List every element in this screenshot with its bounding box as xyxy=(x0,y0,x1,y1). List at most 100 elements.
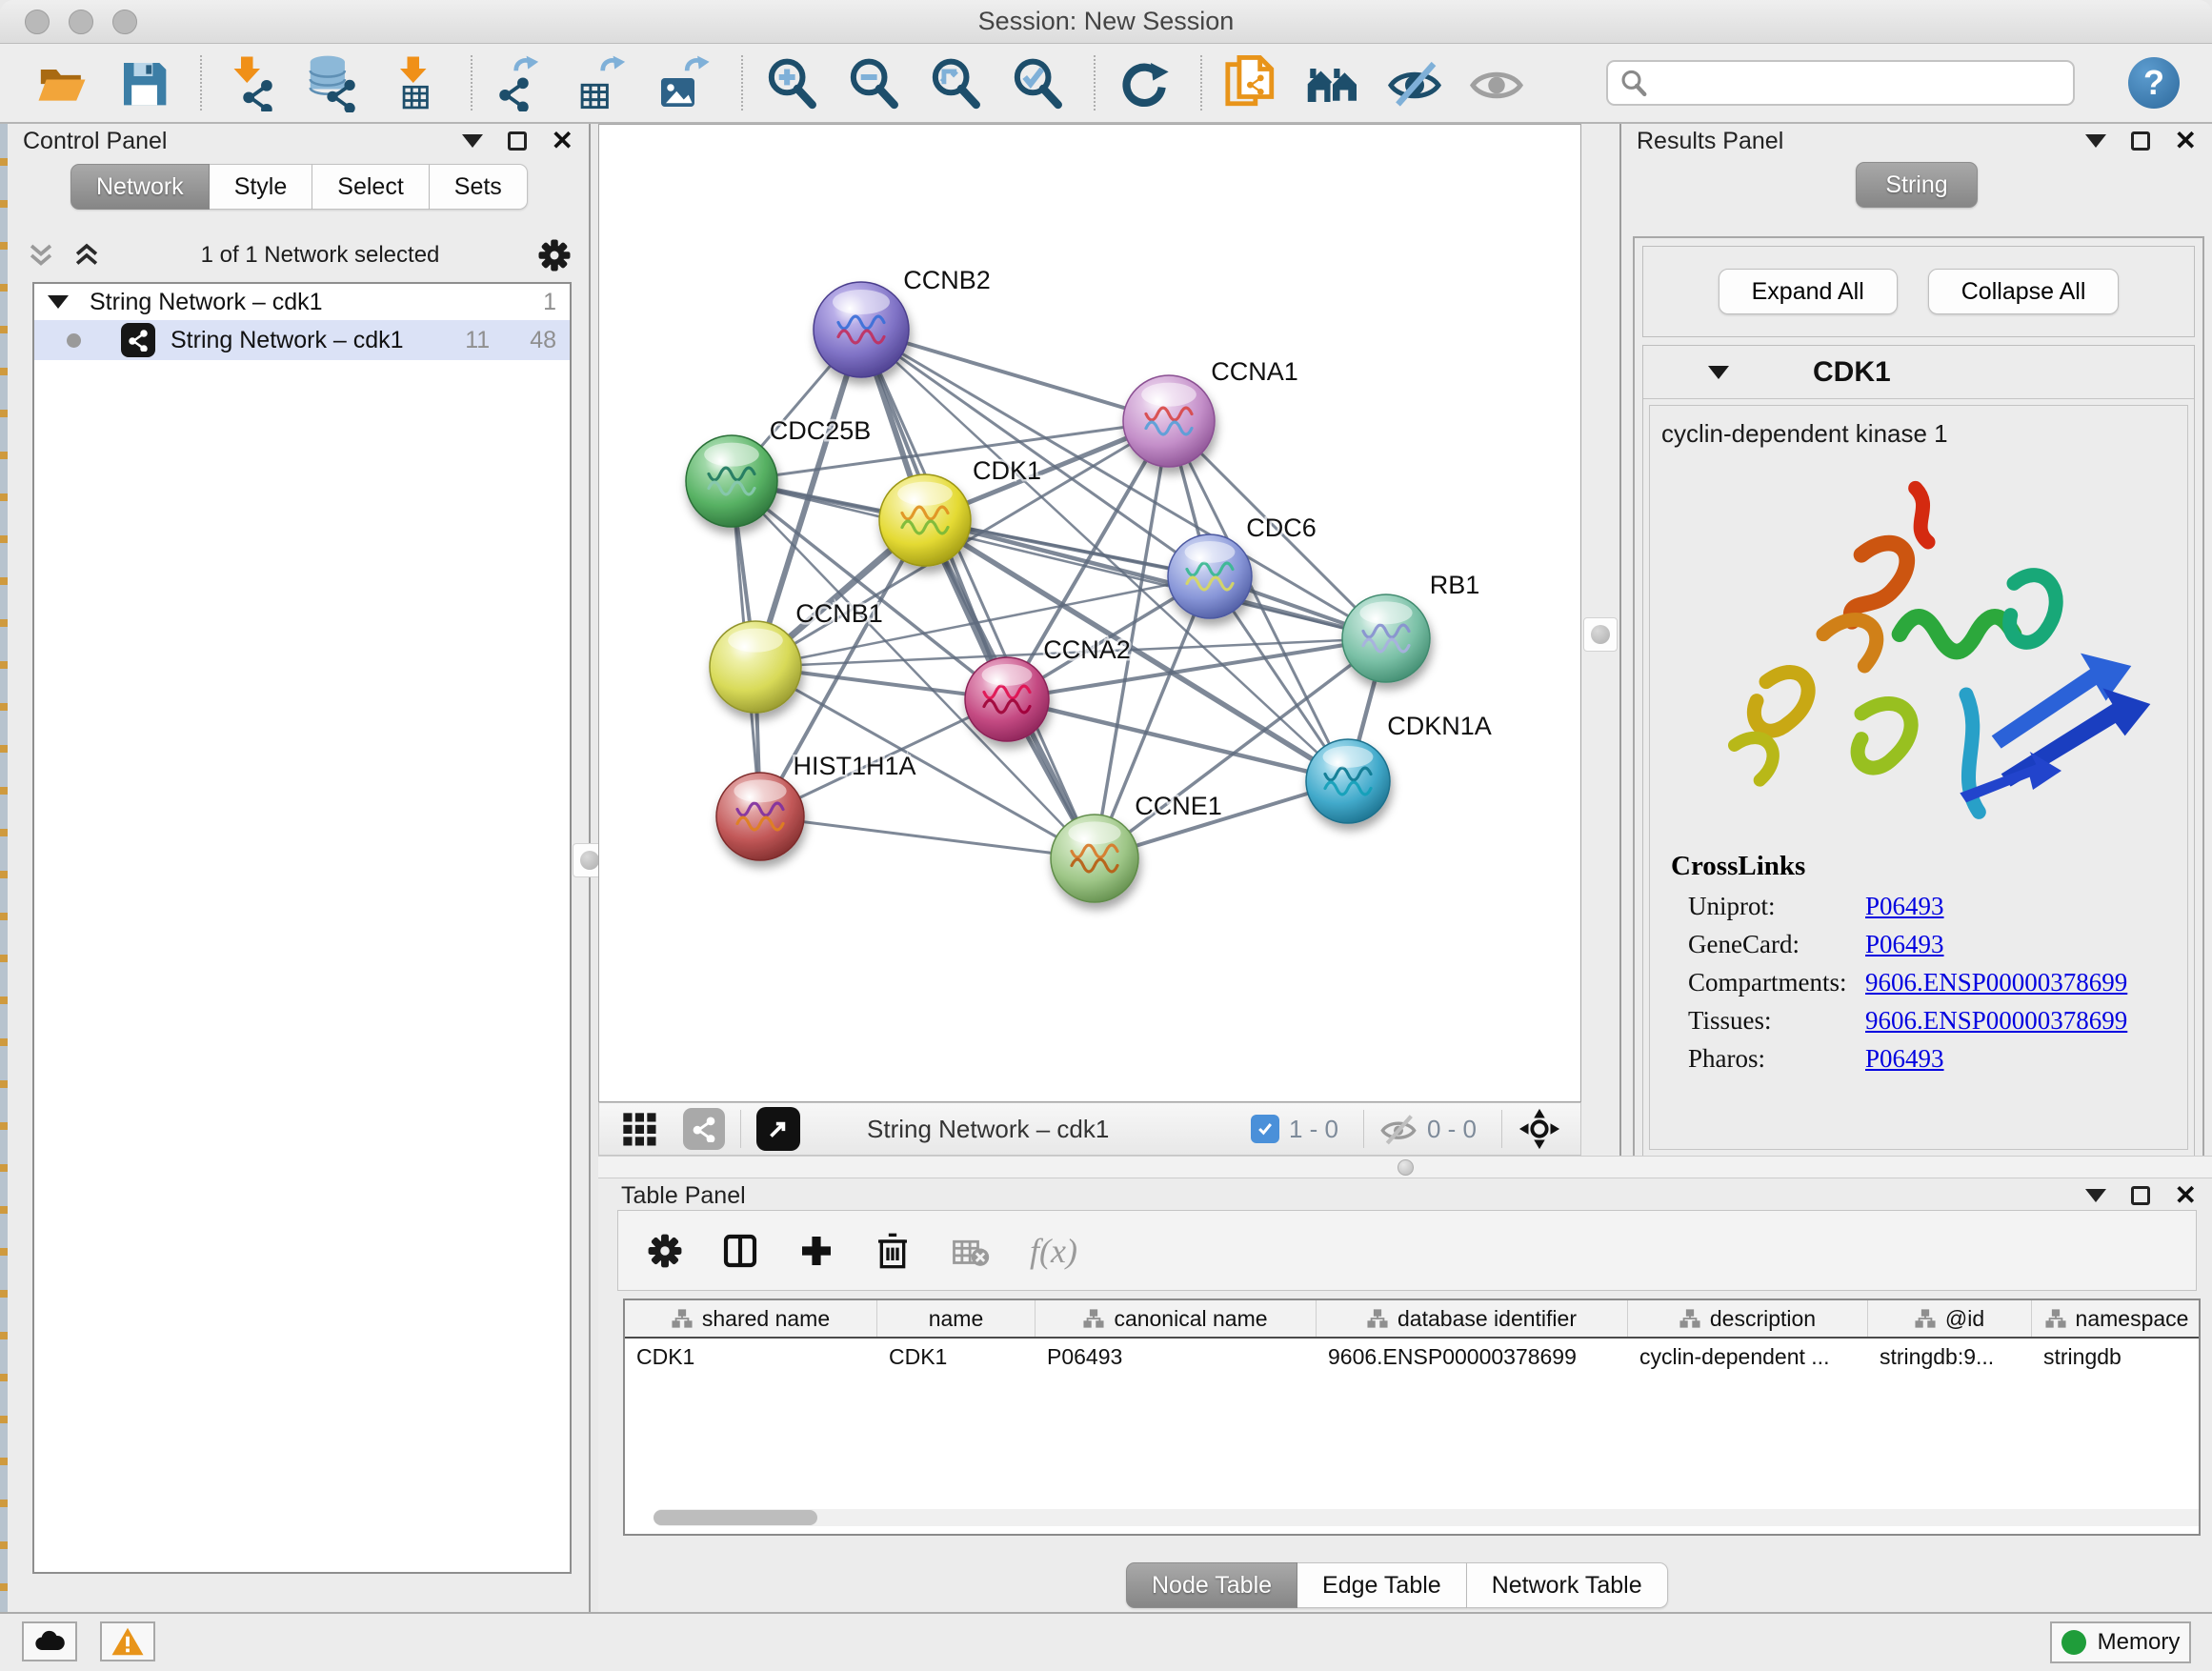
network-node[interactable] xyxy=(686,435,777,527)
hide-selection-button[interactable] xyxy=(1385,53,1444,112)
table-cell[interactable]: stringdb:9... xyxy=(1868,1339,2032,1377)
network-node[interactable] xyxy=(879,474,971,566)
network-node[interactable] xyxy=(1306,739,1390,823)
delete-column-icon[interactable] xyxy=(874,1232,912,1270)
table-cell[interactable]: CDK1 xyxy=(877,1339,1036,1377)
tab-edge-table[interactable]: Edge Table xyxy=(1297,1562,1467,1608)
table-row[interactable]: CDK1CDK1P064939606.ENSP00000378699cyclin… xyxy=(625,1339,2199,1377)
crosslink-label: Tissues: xyxy=(1688,1006,1865,1036)
warnings-button[interactable] xyxy=(100,1621,155,1661)
help-button[interactable]: ? xyxy=(2128,57,2180,109)
network-options-gear-icon[interactable] xyxy=(537,238,572,272)
network-node[interactable] xyxy=(1342,594,1430,682)
network-collection-row[interactable]: String Network – cdk1 1 xyxy=(34,284,570,320)
column-header[interactable]: database identifier xyxy=(1317,1300,1628,1337)
horizontal-splitter-handle[interactable] xyxy=(1398,1159,1414,1176)
panel-close-icon[interactable]: ✕ xyxy=(552,128,573,154)
panel-float-icon[interactable] xyxy=(2131,131,2150,151)
column-header[interactable]: @id xyxy=(1868,1300,2032,1337)
tab-style[interactable]: Style xyxy=(210,164,313,210)
panel-float-icon[interactable] xyxy=(2131,1186,2150,1205)
tab-node-table[interactable]: Node Table xyxy=(1126,1562,1297,1608)
network-graph[interactable]: CCNB2 CCNA1 CDC25B CDK1 CDC6 RB1 CCNB1 C… xyxy=(599,125,1580,1101)
tab-select[interactable]: Select xyxy=(312,164,429,210)
column-header[interactable]: name xyxy=(877,1300,1036,1337)
network-node[interactable] xyxy=(716,773,804,860)
crosslink-link[interactable]: P06493 xyxy=(1865,892,1944,921)
panel-menu-icon[interactable] xyxy=(2085,1189,2106,1202)
export-table-button[interactable] xyxy=(573,53,633,112)
tab-string[interactable]: String xyxy=(1856,162,1977,208)
panel-menu-icon[interactable] xyxy=(462,134,483,148)
export-network-button[interactable] xyxy=(492,53,551,112)
string-view-button[interactable] xyxy=(683,1108,725,1150)
open-session-button[interactable] xyxy=(32,53,91,112)
zoom-selected-button[interactable] xyxy=(1008,53,1067,112)
show-selection-button[interactable] xyxy=(1467,53,1526,112)
memory-button[interactable]: Memory xyxy=(2050,1621,2191,1663)
table-cell[interactable]: 9606.ENSP00000378699 xyxy=(1317,1339,1628,1377)
grid-view-button[interactable] xyxy=(620,1110,658,1148)
right-panel-splitter-handle[interactable] xyxy=(1583,617,1618,652)
panel-menu-icon[interactable] xyxy=(2085,134,2106,148)
entry-collapse-icon[interactable] xyxy=(1708,366,1729,379)
column-header[interactable]: description xyxy=(1628,1300,1868,1337)
import-network-button[interactable] xyxy=(221,53,280,112)
table-horizontal-scrollbar[interactable] xyxy=(654,1509,2201,1526)
network-node[interactable] xyxy=(1051,815,1138,902)
network-node[interactable] xyxy=(965,657,1049,741)
clone-network-button[interactable] xyxy=(1221,53,1280,112)
import-network-from-database-button[interactable] xyxy=(303,53,362,112)
node-table[interactable]: shared namenamecanonical namedatabase id… xyxy=(623,1299,2201,1536)
selected-counts: 1 - 0 xyxy=(1289,1115,1338,1144)
network-node[interactable] xyxy=(814,282,909,377)
table-cell[interactable]: stringdb xyxy=(2032,1339,2201,1377)
panel-close-icon[interactable]: ✕ xyxy=(2175,128,2197,154)
scrollbar-thumb[interactable] xyxy=(654,1510,817,1525)
refresh-button[interactable] xyxy=(1115,53,1174,112)
tab-sets[interactable]: Sets xyxy=(430,164,528,210)
collapse-all-button[interactable]: Collapse All xyxy=(1928,269,2120,314)
collapse-all-icon[interactable] xyxy=(25,239,57,272)
table-cell[interactable]: CDK1 xyxy=(625,1339,877,1377)
add-column-icon[interactable] xyxy=(797,1232,835,1270)
network-node[interactable] xyxy=(1168,534,1252,618)
expand-all-icon[interactable] xyxy=(70,239,103,272)
export-image-button[interactable] xyxy=(655,53,714,112)
crosslink-link[interactable]: P06493 xyxy=(1865,930,1944,959)
birds-eye-view-button[interactable] xyxy=(1518,1107,1561,1151)
show-columns-icon[interactable] xyxy=(721,1232,759,1270)
expand-all-button[interactable]: Expand All xyxy=(1719,269,1898,314)
crosslink-link[interactable]: 9606.ENSP00000378699 xyxy=(1865,1006,2127,1036)
search-input[interactable] xyxy=(1658,70,2061,96)
crosslinks-section: CrossLinks Uniprot:P06493GeneCard:P06493… xyxy=(1661,851,2176,1074)
network-node[interactable] xyxy=(1123,375,1215,467)
table-cell[interactable]: P06493 xyxy=(1036,1339,1317,1377)
table-cell[interactable]: cyclin-dependent ... xyxy=(1628,1339,1868,1377)
network-node[interactable] xyxy=(710,621,801,713)
open-in-window-button[interactable] xyxy=(756,1107,800,1151)
warning-icon xyxy=(111,1626,145,1657)
column-header[interactable]: canonical name xyxy=(1036,1300,1317,1337)
cloud-services-button[interactable] xyxy=(22,1621,77,1661)
network-view-canvas[interactable]: CCNB2 CCNA1 CDC25B CDK1 CDC6 RB1 CCNB1 C… xyxy=(598,124,1581,1102)
tab-network-table[interactable]: Network Table xyxy=(1467,1562,1668,1608)
crosslink-link[interactable]: 9606.ENSP00000378699 xyxy=(1865,968,2127,997)
panel-float-icon[interactable] xyxy=(508,131,527,151)
selected-checkbox-icon[interactable] xyxy=(1251,1115,1279,1143)
table-options-gear-icon[interactable] xyxy=(647,1233,683,1269)
network-row-selected[interactable]: String Network – cdk1 11 48 xyxy=(34,320,570,360)
save-session-button[interactable] xyxy=(114,53,173,112)
zoom-out-button[interactable] xyxy=(844,53,903,112)
zoom-in-button[interactable] xyxy=(762,53,821,112)
collection-expand-icon[interactable] xyxy=(48,295,69,309)
panel-close-icon[interactable]: ✕ xyxy=(2175,1182,2197,1209)
hide-panels-button[interactable] xyxy=(1303,53,1362,112)
tab-network[interactable]: Network xyxy=(70,164,210,210)
column-header[interactable]: shared name xyxy=(625,1300,877,1337)
import-table-button[interactable] xyxy=(385,53,444,112)
toolbar-search[interactable] xyxy=(1606,60,2075,106)
crosslink-link[interactable]: P06493 xyxy=(1865,1044,1944,1074)
column-header[interactable]: namespace xyxy=(2032,1300,2201,1337)
zoom-fit-button[interactable] xyxy=(926,53,985,112)
